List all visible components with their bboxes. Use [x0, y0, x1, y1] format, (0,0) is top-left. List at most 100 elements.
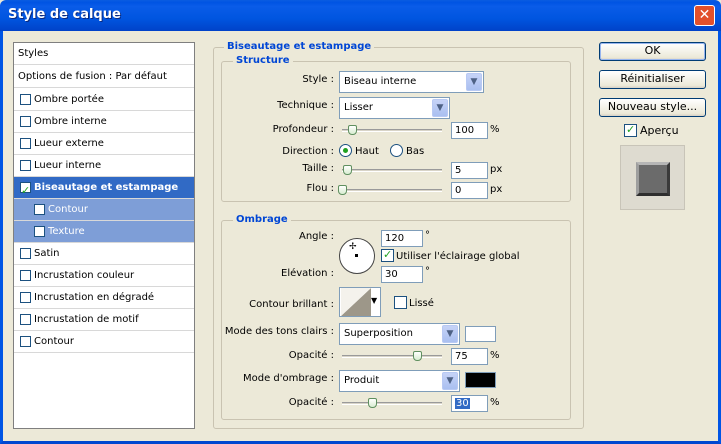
style-item[interactable]: Contour	[14, 331, 194, 353]
style-item-checkbox[interactable]	[20, 160, 31, 171]
soften-input[interactable]: 0	[451, 182, 488, 199]
shadow-opacity-selected-text: 30	[455, 398, 470, 409]
gloss-contour-label: Contour brillant :	[249, 299, 334, 310]
shadow-mode-select[interactable]: Produit ▼	[339, 370, 460, 392]
direction-up-label[interactable]: Haut	[355, 146, 379, 157]
style-item[interactable]: Texture	[14, 221, 194, 243]
style-item-checkbox[interactable]	[20, 314, 31, 325]
shadow-opacity-track[interactable]	[342, 402, 442, 405]
style-item-label: Biseautage et estampage	[34, 182, 179, 193]
angle-input[interactable]: 120	[381, 230, 423, 247]
styles-list: Styles Options de fusion : Par défaut Om…	[13, 42, 195, 429]
structure-title: Structure	[233, 55, 293, 66]
technique-select[interactable]: Lisser ▼	[339, 97, 450, 119]
direction-up-radio[interactable]	[339, 144, 352, 157]
style-item-label: Ombre interne	[34, 116, 107, 127]
shadow-opacity-thumb[interactable]	[368, 398, 377, 408]
angle-unit: °	[425, 230, 430, 241]
altitude-input[interactable]: 30	[381, 266, 423, 283]
depth-unit: %	[490, 124, 500, 135]
style-item[interactable]: Ombre portée	[14, 89, 194, 111]
global-light-label[interactable]: Utiliser l'éclairage global	[396, 251, 520, 262]
direction-down-radio[interactable]	[390, 144, 403, 157]
style-preview	[620, 145, 685, 210]
chevron-down-icon: ▼	[432, 99, 448, 117]
global-light-checkbox[interactable]	[381, 248, 394, 262]
size-slider-thumb[interactable]	[343, 165, 352, 175]
style-item-checkbox[interactable]	[20, 180, 31, 201]
shadow-opacity-input[interactable]: 30	[451, 395, 488, 412]
highlight-opacity-thumb[interactable]	[413, 351, 422, 361]
shadow-mode-label: Mode d'ombrage :	[242, 373, 334, 384]
style-item[interactable]: Satin	[14, 243, 194, 265]
new-style-button[interactable]: Nouveau style...	[599, 98, 706, 117]
highlight-opacity-input[interactable]: 75	[451, 348, 488, 365]
soften-unit: px	[490, 184, 503, 195]
style-label: Style :	[302, 74, 334, 85]
shadow-color-swatch[interactable]	[465, 372, 496, 388]
style-item-checkbox[interactable]	[20, 270, 31, 281]
style-item[interactable]: Ombre interne	[14, 111, 194, 133]
soften-slider-track[interactable]	[342, 189, 442, 192]
antialias-checkbox[interactable]	[394, 296, 407, 309]
antialias-label[interactable]: Lissé	[409, 298, 434, 309]
style-item[interactable]: Biseautage et estampage	[14, 177, 194, 201]
shadow-opacity-unit: %	[490, 397, 500, 408]
preview-checkbox[interactable]	[624, 123, 637, 137]
highlight-color-swatch[interactable]	[465, 326, 496, 342]
highlight-mode-label: Mode des tons clairs :	[224, 326, 334, 337]
style-item-checkbox[interactable]	[20, 336, 31, 347]
highlight-opacity-label: Opacité :	[288, 350, 334, 361]
highlight-opacity-unit: %	[490, 350, 500, 361]
style-item-label: Contour	[34, 336, 74, 347]
ok-button[interactable]: OK	[599, 42, 706, 61]
style-select[interactable]: Biseau interne ▼	[339, 71, 484, 93]
preview-label[interactable]: Aperçu	[640, 124, 679, 137]
styles-header[interactable]: Styles	[14, 43, 194, 65]
soften-slider-thumb[interactable]	[338, 185, 347, 195]
size-slider-track[interactable]	[342, 169, 442, 172]
style-item[interactable]: Incrustation couleur	[14, 265, 194, 287]
depth-input[interactable]: 100	[451, 122, 488, 139]
depth-slider-thumb[interactable]	[348, 125, 357, 135]
dial-crosshair-icon: ✢	[349, 242, 357, 252]
style-item-label: Ombre portée	[34, 94, 104, 105]
close-button[interactable]: ✕	[694, 5, 715, 26]
soften-label: Flou :	[306, 183, 334, 194]
gloss-contour-picker[interactable]: ▼	[339, 287, 381, 317]
style-item[interactable]: Lueur interne	[14, 155, 194, 177]
window-title: Style de calque	[8, 7, 121, 22]
style-item-label: Incrustation couleur	[34, 270, 135, 281]
technique-label: Technique :	[277, 100, 334, 111]
style-item-checkbox[interactable]	[34, 204, 45, 215]
style-value: Biseau interne	[344, 76, 417, 87]
style-item-checkbox[interactable]	[20, 138, 31, 149]
style-item-checkbox[interactable]	[20, 116, 31, 127]
direction-down-label[interactable]: Bas	[406, 146, 424, 157]
angle-dial[interactable]: ✢	[339, 238, 375, 274]
style-item-checkbox[interactable]	[20, 94, 31, 105]
style-item-label: Incrustation en dégradé	[34, 292, 155, 303]
style-item-label: Incrustation de motif	[34, 314, 139, 325]
style-item[interactable]: Incrustation en dégradé	[14, 287, 194, 309]
style-item-checkbox[interactable]	[34, 226, 45, 237]
depth-label: Profondeur :	[272, 124, 334, 135]
style-item-label: Lueur externe	[34, 138, 104, 149]
preview-swatch	[636, 162, 670, 196]
blend-options-item[interactable]: Options de fusion : Par défaut	[14, 66, 194, 88]
highlight-mode-value: Superposition	[344, 328, 413, 339]
style-item-checkbox[interactable]	[20, 292, 31, 303]
style-item-label: Lueur interne	[34, 160, 102, 171]
highlight-mode-select[interactable]: Superposition ▼	[339, 323, 460, 345]
highlight-opacity-track[interactable]	[342, 355, 442, 358]
altitude-unit: °	[425, 266, 430, 277]
shading-title: Ombrage	[233, 214, 291, 225]
style-item[interactable]: Lueur externe	[14, 133, 194, 155]
depth-slider-track[interactable]	[342, 129, 442, 132]
style-item-checkbox[interactable]	[20, 248, 31, 259]
size-input[interactable]: 5	[451, 162, 488, 179]
style-item[interactable]: Contour	[14, 199, 194, 221]
style-item[interactable]: Incrustation de motif	[14, 309, 194, 331]
size-label: Taille :	[302, 163, 334, 174]
reset-button[interactable]: Réinitialiser	[599, 70, 706, 89]
